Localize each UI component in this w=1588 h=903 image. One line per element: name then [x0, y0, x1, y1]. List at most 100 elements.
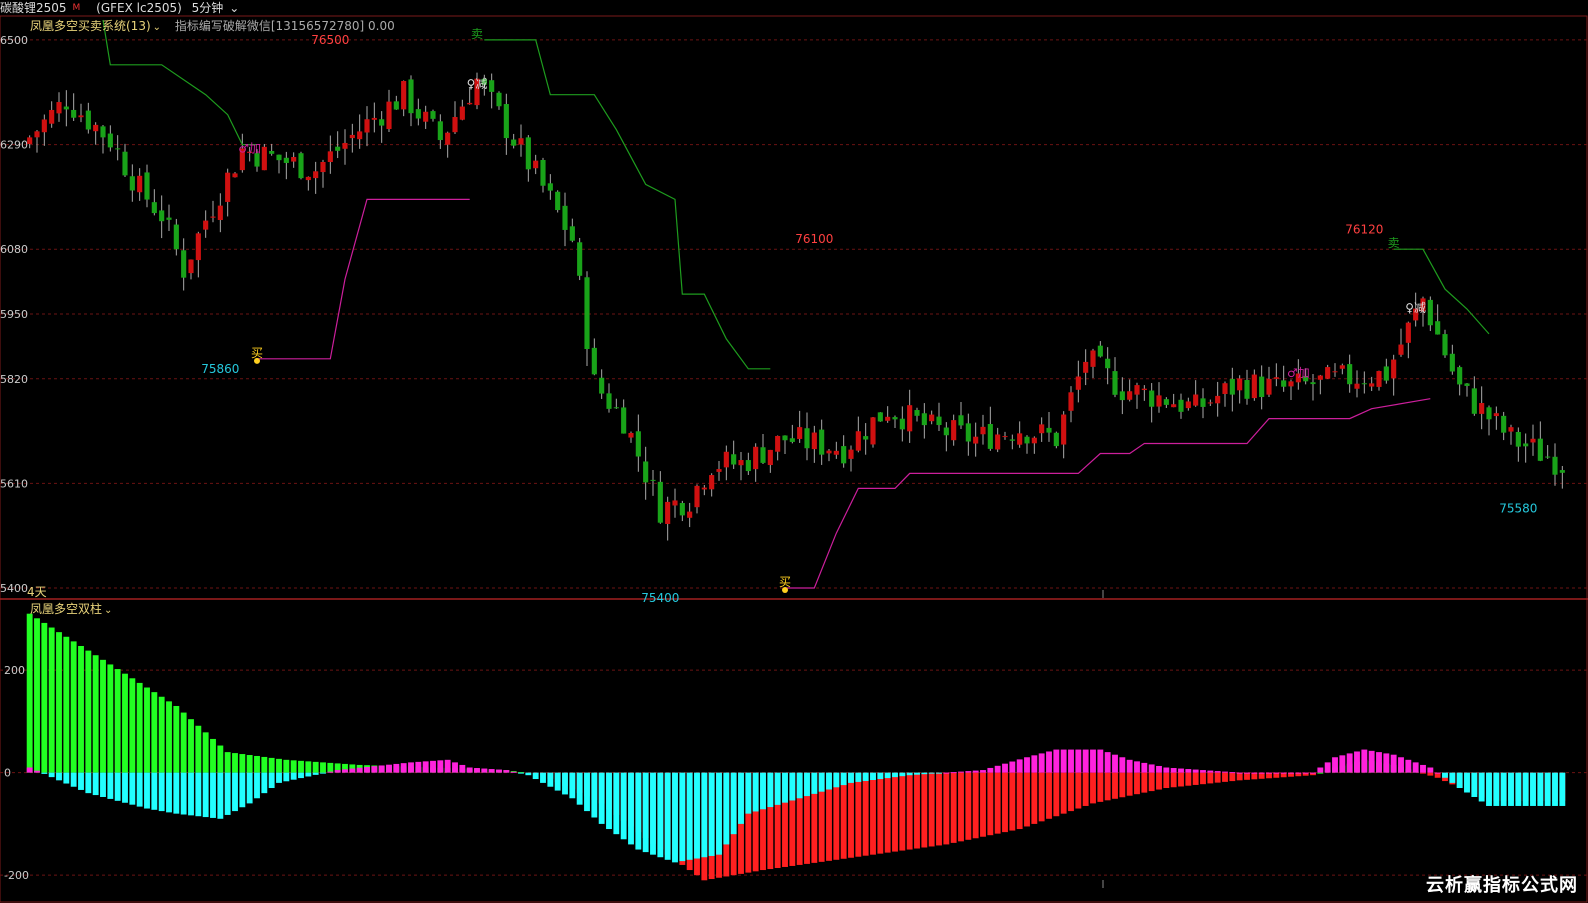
- candle-down: [1024, 436, 1030, 444]
- chevron-down-icon[interactable]: ⌄: [153, 22, 161, 33]
- candle-down: [613, 407, 619, 409]
- slow-bar: [936, 772, 942, 846]
- candle-up: [1325, 367, 1331, 379]
- fast-bar: [466, 767, 473, 773]
- candle-down: [335, 146, 341, 151]
- candle-down: [958, 415, 964, 426]
- fast-bar: [1339, 755, 1346, 773]
- slow-bar: [958, 772, 964, 842]
- candle-down: [863, 436, 869, 440]
- candle-down: [71, 109, 77, 118]
- fast-bar: [796, 772, 803, 799]
- fast-bar: [1537, 772, 1544, 806]
- candle-up: [27, 137, 33, 144]
- slow-bar: [129, 678, 136, 773]
- exchange-code: (GFEX lc2505): [96, 1, 182, 15]
- candle-up: [709, 475, 715, 490]
- candle-down: [731, 454, 737, 465]
- candle-down: [503, 104, 509, 139]
- fast-bar: [943, 772, 950, 774]
- candle-up: [203, 220, 209, 230]
- fast-bar: [202, 772, 209, 818]
- main-indicator-title[interactable]: 凤凰多空买卖系统(13) ⌄ 指标编写破解微信[13156572780] 0.00: [30, 17, 395, 34]
- candle-down: [650, 479, 656, 481]
- main-indicator-name[interactable]: 凤凰多空买卖系统(13): [30, 19, 151, 33]
- candle-up: [1083, 361, 1089, 373]
- slow-bar: [114, 669, 121, 773]
- fast-bar: [1200, 770, 1206, 773]
- fast-bar: [474, 768, 480, 773]
- fast-bar: [760, 772, 766, 810]
- slow-bar: [921, 772, 928, 848]
- candle-up: [459, 106, 465, 120]
- candle-down: [965, 423, 971, 442]
- fast-bar: [34, 770, 40, 773]
- fast-bar: [1464, 772, 1470, 793]
- candle-down: [1523, 443, 1529, 447]
- fast-bar: [107, 772, 114, 799]
- candle-down: [1464, 383, 1470, 386]
- fast-bar: [1251, 772, 1258, 774]
- candle-down: [1552, 456, 1558, 475]
- period-selector[interactable]: 5分钟 ⌄: [192, 1, 246, 15]
- candle-up: [1222, 383, 1228, 394]
- sub-indicator-title[interactable]: 凤凰多空双柱 ⌄: [30, 600, 112, 617]
- candle-up: [56, 102, 62, 114]
- slow-bar: [217, 745, 224, 773]
- fast-bar: [701, 772, 708, 858]
- fast-bar: [1544, 772, 1551, 806]
- fast-bar: [1324, 762, 1331, 773]
- candle-down: [760, 447, 766, 463]
- fast-bar: [774, 772, 781, 805]
- high-price-label: 76500: [311, 33, 349, 47]
- candle-up: [386, 101, 392, 130]
- slow-bar: [246, 755, 253, 773]
- candle-up: [1002, 436, 1008, 438]
- candle-up: [49, 109, 55, 124]
- candle-up: [1493, 413, 1499, 417]
- fast-bar: [1471, 772, 1478, 797]
- fast-bar: [818, 772, 825, 792]
- candle-up: [78, 115, 84, 118]
- candle-up: [342, 142, 348, 149]
- slow-bar: [1236, 772, 1243, 781]
- slow-bar: [63, 636, 70, 773]
- chevron-down-icon: ⌄: [229, 1, 240, 15]
- chart-canvas[interactable]: 6500 6290 6080 5950 5820 5610 5400 200 0 -200 7650…: [0, 0, 1588, 903]
- slow-bar: [1126, 772, 1133, 796]
- candle-up: [1354, 383, 1360, 389]
- fast-bar: [422, 761, 429, 773]
- fast-bar: [393, 763, 400, 773]
- symbol-name[interactable]: 碳酸锂2505 M: [0, 1, 86, 15]
- fast-bar: [1427, 767, 1434, 773]
- fast-bar: [430, 760, 436, 773]
- candle-up: [1061, 414, 1067, 445]
- slow-bar: [136, 682, 143, 773]
- candle-down: [555, 191, 561, 211]
- slow-bar: [254, 755, 260, 773]
- y-tick-label: 5400: [0, 582, 28, 595]
- sub-indicator-name[interactable]: 凤凰多空双柱: [30, 602, 102, 616]
- candle-up: [1075, 376, 1081, 390]
- fast-bar: [987, 767, 994, 773]
- slow-bar: [943, 772, 950, 845]
- candle-up: [833, 450, 839, 455]
- fast-bar: [642, 772, 649, 853]
- fast-bar: [444, 759, 451, 773]
- candle-up: [225, 172, 231, 202]
- fast-bar: [811, 772, 818, 794]
- slow-bar: [173, 705, 180, 773]
- y-tick-label: 6290: [0, 139, 28, 152]
- fast-bar: [1478, 772, 1485, 802]
- fast-bar: [584, 772, 590, 812]
- fast-bar: [606, 772, 612, 830]
- fast-bar: [459, 764, 466, 773]
- fast-bar: [312, 772, 319, 775]
- fast-bar: [921, 772, 928, 775]
- candle-up: [261, 146, 267, 171]
- chevron-down-icon[interactable]: ⌄: [104, 605, 112, 616]
- fast-bar: [481, 768, 488, 773]
- y-tick-label: 0: [4, 767, 11, 780]
- candle-down: [841, 446, 847, 464]
- slow-bar: [56, 632, 62, 773]
